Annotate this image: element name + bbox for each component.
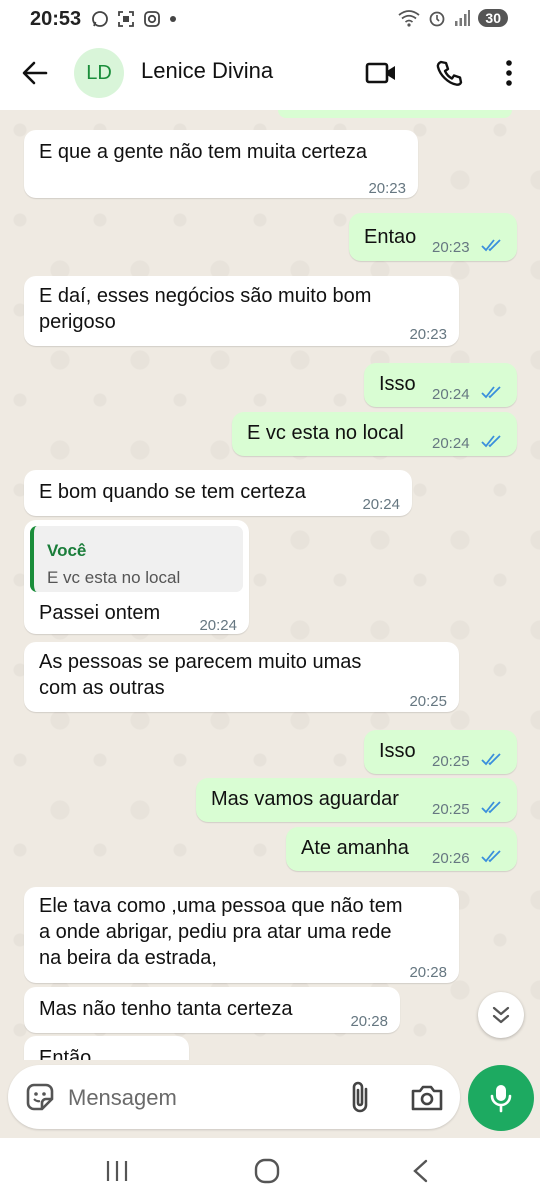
message-text: Mas não tenho tanta certeza	[39, 998, 293, 1020]
double-check-read-icon	[481, 435, 501, 448]
battery-indicator: 30	[478, 9, 508, 27]
recent-apps-button[interactable]	[97, 1156, 137, 1186]
message-text: E vc esta no local	[247, 422, 404, 444]
wifi-icon	[398, 10, 420, 27]
message-text-line: perigoso	[39, 311, 116, 333]
double-chevron-down-icon	[492, 1006, 510, 1024]
message-input-placeholder: Mensagem	[68, 1085, 177, 1110]
double-check-read-icon	[481, 850, 501, 863]
chat-area[interactable]: E que a gente não tem muita certeza 20:2…	[0, 110, 540, 1060]
composer-bar: Mensagem	[0, 1060, 540, 1138]
message-bubble-incoming[interactable]: Então	[24, 1036, 189, 1060]
message-text: E bom quando se tem certeza	[39, 481, 306, 503]
message-bubble-outgoing[interactable]: Mas vamos aguardar 20:25	[196, 778, 517, 822]
message-bubble-outgoing[interactable]: E vc esta no local 20:24	[232, 412, 517, 456]
message-text: E que a gente não tem muita certeza	[39, 141, 367, 163]
contact-name[interactable]: Lenice Divina	[141, 58, 273, 84]
message-time: 20:23	[432, 239, 470, 256]
message-time: 20:24	[362, 496, 400, 513]
phone-icon	[436, 60, 463, 86]
chat-header: LD Lenice Divina	[0, 38, 540, 110]
signal-icon	[455, 10, 471, 26]
recent-apps-icon	[106, 1161, 128, 1181]
sticker-smiley-icon[interactable]	[24, 1081, 56, 1113]
message-text-line: Ele tava como ,uma pessoa que não tem	[39, 895, 403, 917]
voice-message-button[interactable]	[468, 1065, 534, 1131]
video-call-button[interactable]	[364, 56, 398, 90]
paperclip-icon[interactable]	[346, 1079, 376, 1115]
quote-text: E vc esta no local	[47, 568, 181, 587]
message-text-line: As pessoas se parecem muito umas	[39, 651, 362, 673]
message-time: 20:25	[432, 801, 470, 818]
message-text: Isso	[379, 740, 416, 762]
camera-icon[interactable]	[410, 1081, 444, 1113]
message-bubble-incoming[interactable]: Ele tava como ,uma pessoa que não tem a …	[24, 887, 459, 983]
message-bubble-outgoing[interactable]: Isso 20:24	[364, 363, 517, 407]
back-button[interactable]	[18, 56, 52, 90]
message-time: 20:28	[350, 1013, 388, 1030]
message-time: 20:28	[409, 964, 447, 981]
arrow-left-icon	[22, 61, 48, 85]
double-check-read-icon	[481, 801, 501, 814]
kebab-menu-icon	[506, 60, 512, 86]
video-camera-icon	[365, 62, 395, 84]
quoted-message[interactable]: Você E vc esta no local	[30, 526, 243, 592]
double-check-read-icon	[481, 239, 501, 252]
scroll-to-bottom-button[interactable]	[478, 992, 524, 1038]
message-bubble-outgoing[interactable]: Ate amanha 20:26	[286, 827, 517, 871]
message-time: 20:23	[368, 180, 406, 197]
message-text: Isso	[379, 373, 416, 395]
system-status-icons: 30	[398, 8, 508, 28]
instagram-notification-icon	[144, 11, 161, 27]
home-button[interactable]	[247, 1156, 287, 1186]
double-check-read-icon	[481, 386, 501, 399]
home-circle-icon	[254, 1158, 280, 1184]
message-text: Entao	[364, 226, 417, 248]
notification-icons	[91, 10, 177, 28]
message-bubble-incoming[interactable]: As pessoas se parecem muito umas com as …	[24, 642, 459, 712]
chevron-left-icon	[413, 1159, 428, 1183]
alarm-icon	[430, 11, 445, 27]
message-time: 20:24	[199, 617, 237, 634]
message-time: 20:26	[432, 850, 470, 867]
message-text-line: na beira da estrada,	[39, 947, 217, 969]
message-time: 20:24	[432, 435, 470, 452]
more-options-button[interactable]	[492, 56, 526, 90]
status-time: 20:53	[30, 7, 82, 30]
message-text: Ate amanha	[301, 837, 409, 859]
message-input[interactable]: Mensagem	[8, 1065, 460, 1129]
message-bubble-incoming[interactable]: E que a gente não tem muita certeza 20:2…	[24, 130, 418, 198]
message-bubble-outgoing[interactable]: Isso 20:25	[364, 730, 517, 774]
message-time: 20:23	[409, 326, 447, 343]
status-bar: 20:53 30	[0, 0, 540, 38]
microphone-icon	[490, 1085, 512, 1113]
message-bubble-incoming[interactable]: E daí, esses negócios são muito bom peri…	[24, 276, 459, 346]
message-text: Mas vamos aguardar	[211, 788, 399, 810]
message-bubble-reply[interactable]: Você E vc esta no local Passei ontem 20:…	[24, 520, 249, 634]
dot-icon	[170, 16, 177, 22]
previous-message-edge	[278, 110, 512, 118]
double-check-read-icon	[481, 753, 501, 766]
back-nav-button[interactable]	[400, 1156, 440, 1186]
quote-author: Você	[47, 541, 87, 560]
message-time: 20:25	[432, 753, 470, 770]
message-text-line: E daí, esses negócios são muito bom	[39, 285, 372, 307]
message-time: 20:25	[409, 693, 447, 710]
scan-notification-icon	[118, 11, 135, 27]
message-text-line: a onde abrigar, pediu pra atar uma rede	[39, 921, 392, 943]
whatsapp-notification-icon	[92, 11, 109, 27]
message-bubble-incoming[interactable]: Mas não tenho tanta certeza 20:28	[24, 987, 400, 1033]
message-time: 20:24	[432, 386, 470, 403]
avatar[interactable]: LD	[74, 48, 124, 98]
message-text: Então	[39, 1047, 92, 1060]
message-bubble-outgoing[interactable]: Entao 20:23	[349, 213, 517, 261]
message-bubble-incoming[interactable]: E bom quando se tem certeza 20:24	[24, 470, 412, 516]
message-text-line: com as outras	[39, 677, 165, 699]
system-navigation-bar	[0, 1138, 540, 1204]
voice-call-button[interactable]	[432, 56, 466, 90]
message-text: Passei ontem	[39, 602, 161, 624]
